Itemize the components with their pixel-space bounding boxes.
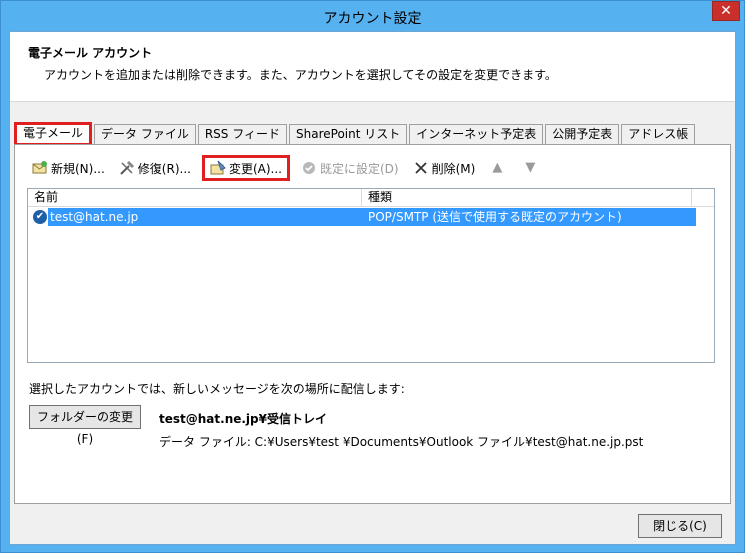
delivery-target: test@hat.ne.jp¥受信トレイ [159, 412, 327, 426]
account-type-cell: POP/SMTP (送信で使用する既定のアカウント) [368, 210, 622, 224]
account-settings-window: アカウント設定 ✕ 電子メール アカウント アカウントを追加または削除できます。… [0, 0, 745, 553]
tab-email[interactable]: 電子メール [14, 122, 93, 146]
default-account-icon: ✔ [33, 210, 47, 224]
tab-strip: 電子メール データ ファイル RSS フィード SharePoint リスト イ… [14, 122, 697, 146]
change-icon [210, 160, 226, 176]
close-button[interactable]: 閉じる(C) [638, 514, 722, 538]
move-down-button[interactable]: ▼ [519, 157, 544, 179]
envelope-icon [32, 160, 48, 176]
tools-icon [119, 160, 135, 176]
tab-sharepoint-lists[interactable]: SharePoint リスト [289, 124, 408, 144]
table-row[interactable]: ✔ test@hat.ne.jp POP/SMTP (送信で使用する既定のアカウ… [30, 208, 696, 226]
window-title: アカウント設定 [323, 11, 422, 27]
change-account-label: 変更(A)... [228, 161, 282, 176]
data-file-path: データ ファイル: C:¥Users¥test ¥Documents¥Outlo… [159, 435, 644, 449]
move-up-button[interactable]: ▲ [486, 157, 511, 179]
title-bar[interactable]: アカウント設定 ✕ [1, 1, 744, 31]
tab-internet-calendars[interactable]: インターネット予定表 [409, 124, 544, 144]
new-account-button[interactable]: 新規(N)... [29, 157, 108, 179]
column-header-name[interactable]: 名前 [28, 189, 362, 207]
arrow-down-icon: ▼ [525, 160, 536, 175]
dialog-client: 電子メール アカウント アカウントを追加または削除できます。また、アカウントを選… [9, 31, 736, 545]
close-window-button[interactable]: ✕ [712, 1, 740, 21]
repair-account-button[interactable]: 修復(R)... [116, 157, 194, 179]
column-header-type[interactable]: 種類 [362, 189, 692, 207]
delete-account-button[interactable]: 削除(M) [410, 157, 479, 179]
change-account-button[interactable]: 変更(A)... [201, 155, 290, 181]
tab-address-books[interactable]: アドレス帳 [621, 124, 696, 144]
account-name-cell: test@hat.ne.jp [50, 210, 139, 224]
arrow-up-icon: ▲ [492, 160, 503, 175]
tab-published-calendars[interactable]: 公開予定表 [545, 124, 620, 144]
dialog-header: 電子メール アカウント アカウントを追加または削除できます。また、アカウントを選… [10, 32, 735, 102]
tab-rss-feeds[interactable]: RSS フィード [197, 124, 287, 144]
check-circle-icon [301, 160, 317, 176]
set-default-label: 既定に設定(D) [319, 161, 399, 176]
x-icon [413, 160, 429, 176]
list-header: 名前 種類 [28, 189, 714, 207]
delete-account-label: 削除(M) [431, 161, 476, 176]
header-title: 電子メール アカウント [28, 46, 153, 60]
account-toolbar: 新規(N)... 修復(R)... 変更(A)... 既定に設定(D) 削除(M… [29, 155, 552, 181]
set-default-button[interactable]: 既定に設定(D) [298, 157, 402, 179]
new-account-label: 新規(N)... [51, 161, 105, 176]
change-folder-button[interactable]: フォルダーの変更(F) [29, 405, 141, 446]
email-tab-panel: 新規(N)... 修復(R)... 変更(A)... 既定に設定(D) 削除(M… [14, 144, 731, 504]
tab-data-files[interactable]: データ ファイル [94, 124, 196, 144]
account-list[interactable]: 名前 種類 ✔ test@hat.ne.jp POP/SMTP (送信で使用する… [27, 188, 715, 363]
header-description: アカウントを追加または削除できます。また、アカウントを選択してその設定を変更でき… [44, 68, 557, 82]
repair-account-label: 修復(R)... [137, 161, 191, 176]
delivery-label: 選択したアカウントでは、新しいメッセージを次の場所に配信します: [29, 382, 405, 396]
